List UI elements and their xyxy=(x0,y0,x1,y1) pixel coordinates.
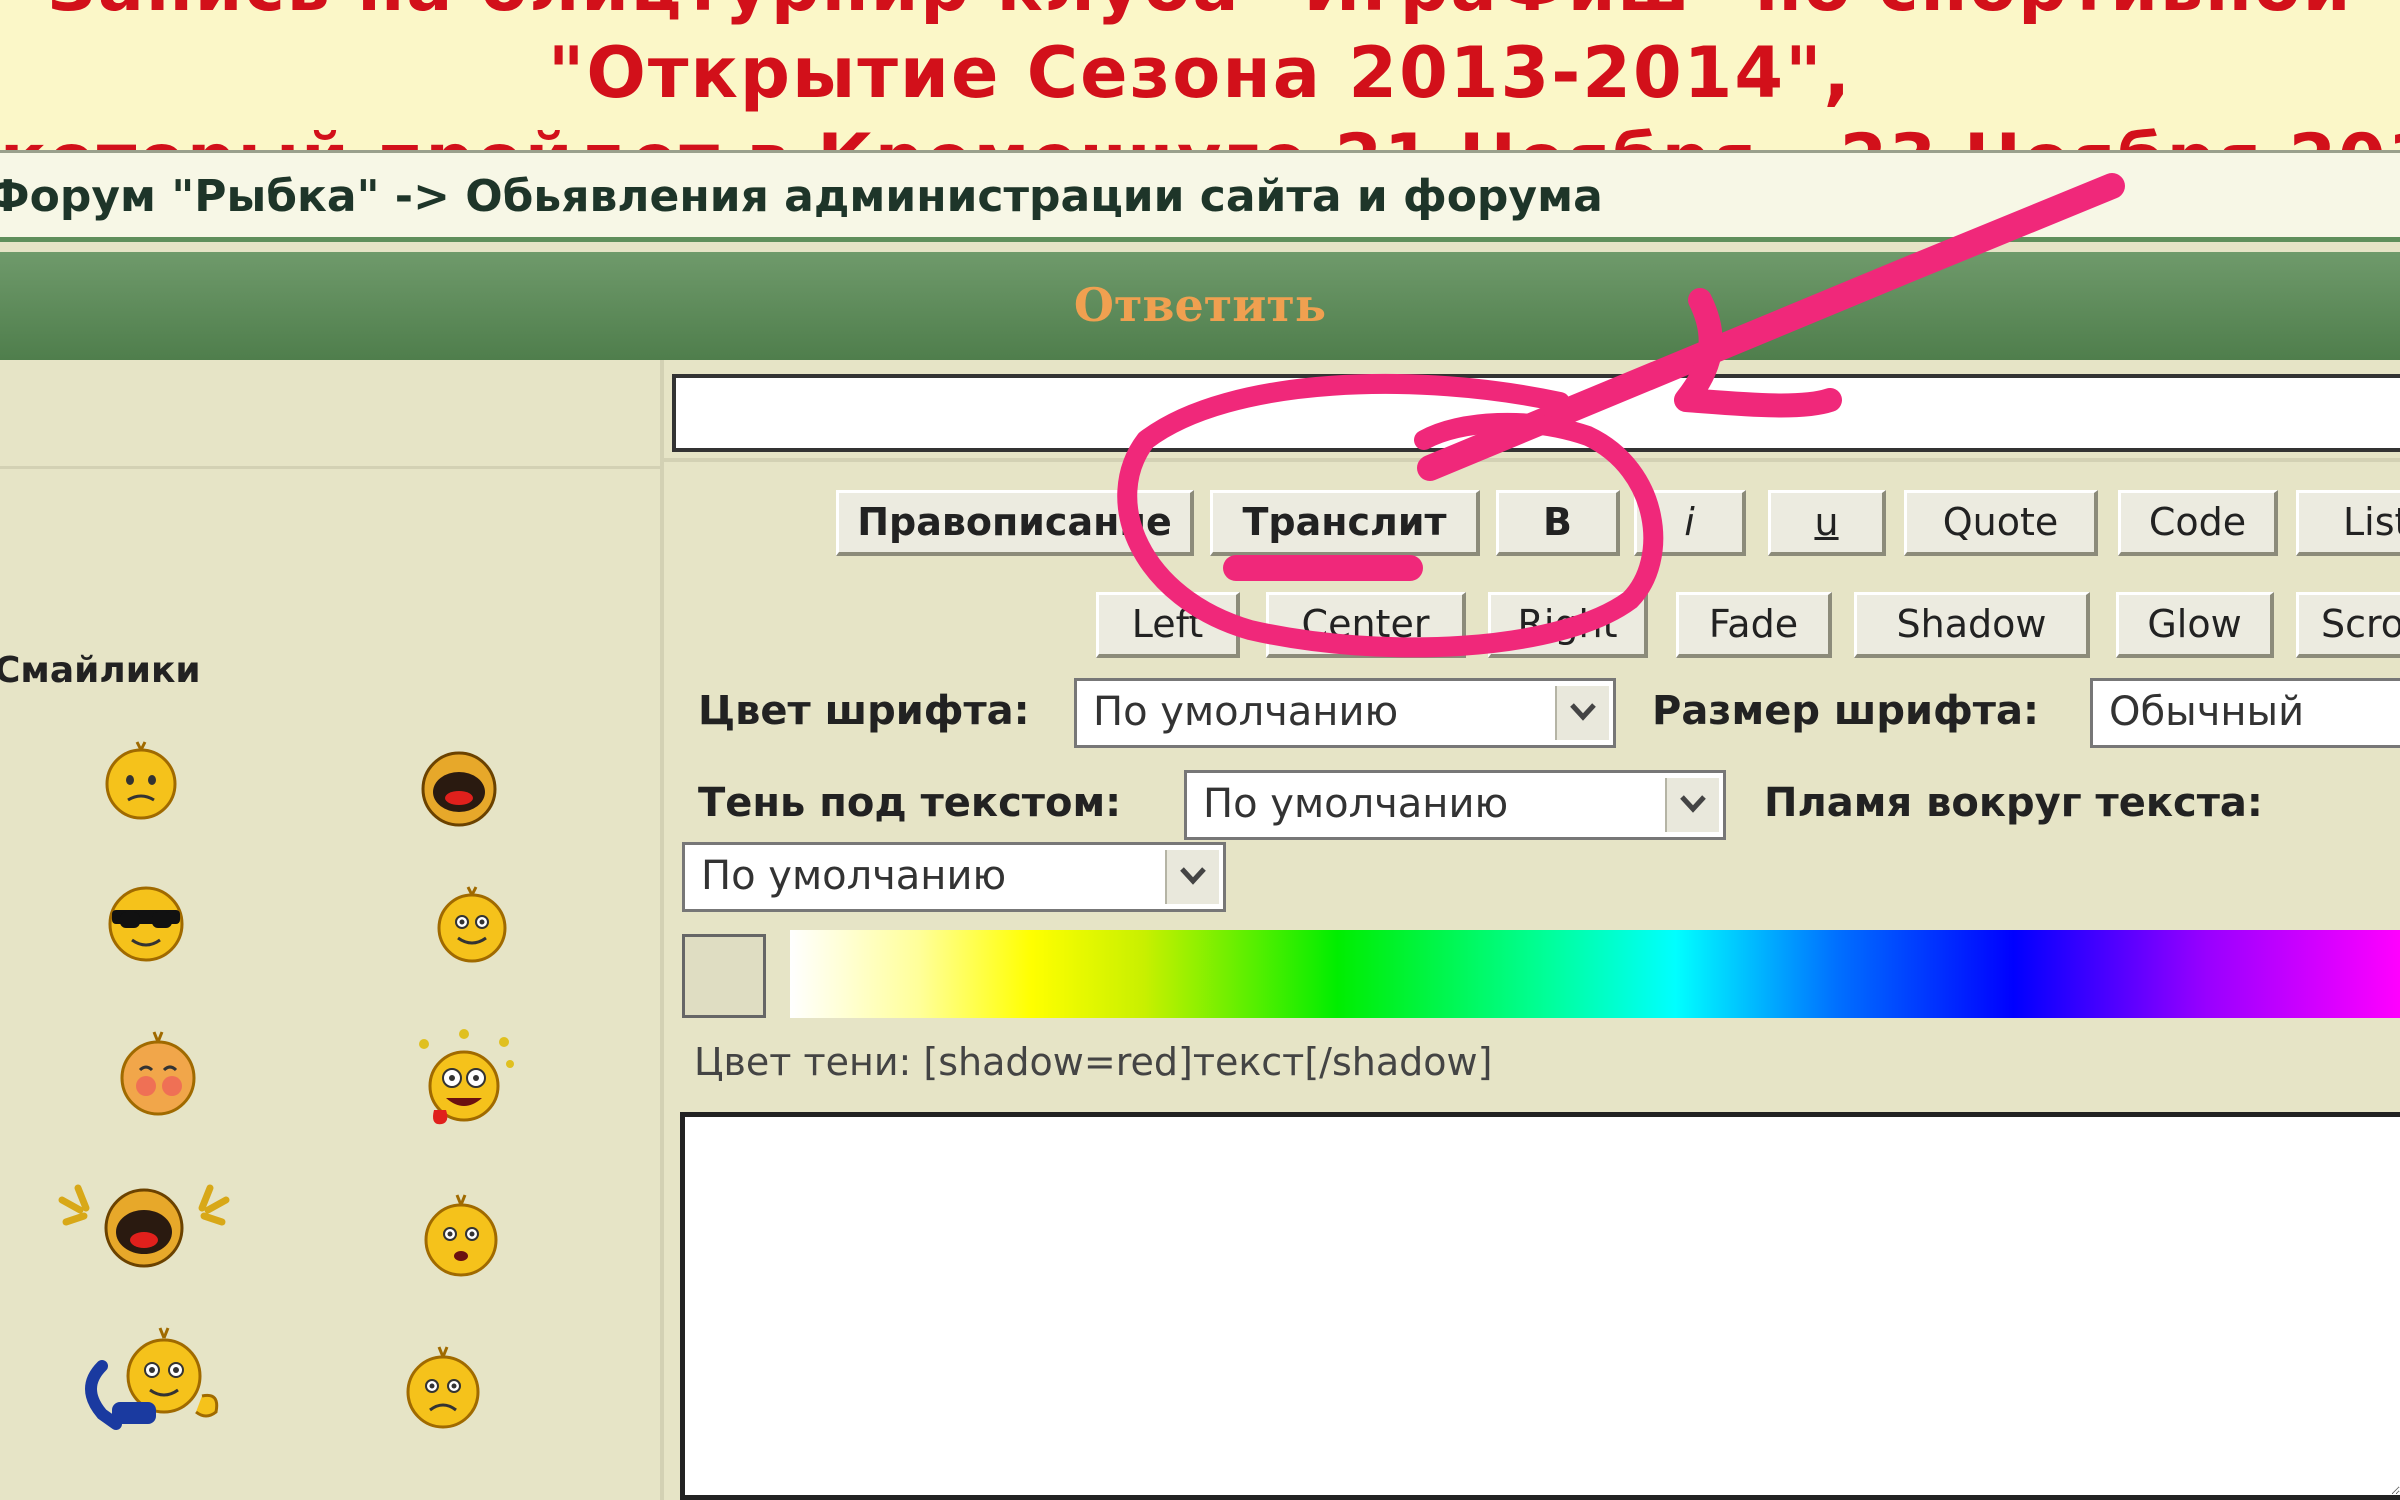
subject-input[interactable] xyxy=(672,374,2400,452)
font-color-select[interactable]: По умолчанию xyxy=(1074,678,1616,748)
fade-button[interactable]: Fade xyxy=(1676,592,1832,658)
shouting-smiley-icon[interactable] xyxy=(418,748,500,830)
smilies-panel: Смайлики xyxy=(0,360,664,1500)
yelling-smiley-icon[interactable] xyxy=(56,1178,232,1274)
font-color-label: Цвет шрифта: xyxy=(698,688,1030,734)
breadcrumb[interactable]: Форум "Рыбка" -> Обьявления администраци… xyxy=(0,171,1603,222)
breadcrumb-bar: Форум "Рыбка" -> Обьявления администраци… xyxy=(0,150,2400,242)
text-shadow-value: По умолчанию xyxy=(1203,781,1509,827)
color-swatch[interactable] xyxy=(682,934,766,1018)
italic-button[interactable]: i xyxy=(1634,490,1746,556)
chevron-down-icon[interactable] xyxy=(1555,686,1609,740)
text-glow-value: По умолчанию xyxy=(701,853,1007,899)
banner-line-3: который пройдет в Кременчуге 21 Ноября -… xyxy=(0,120,2400,150)
phone-smiley-icon[interactable] xyxy=(72,1326,226,1436)
sad-smiley-icon[interactable] xyxy=(402,1342,484,1430)
translit-button[interactable]: Транслит xyxy=(1210,490,1480,556)
text-glow-label: Пламя вокруг текста: xyxy=(1764,780,2263,826)
chevron-down-icon[interactable] xyxy=(1665,778,1719,832)
bold-button[interactable]: B xyxy=(1496,490,1620,556)
shadow-hint-text: Цвет тени: [shadow=red]текст[/shadow] xyxy=(694,1040,1493,1084)
quote-button[interactable]: Quote xyxy=(1904,490,2098,556)
message-textarea[interactable] xyxy=(680,1112,2400,1500)
reply-header: Ответить xyxy=(0,252,2400,360)
text-shadow-label: Тень под текстом: xyxy=(698,780,1122,826)
grin-smiley-icon[interactable] xyxy=(432,884,512,964)
shadow-button[interactable]: Shadow xyxy=(1854,592,2090,658)
reply-title: Ответить xyxy=(1073,278,1327,332)
banner-line-1: Запись на блицтурнир клуба "ИграФиш" по … xyxy=(0,0,2400,27)
align-right-button[interactable]: Right xyxy=(1488,592,1648,658)
crazy-smiley-icon[interactable] xyxy=(406,1024,526,1134)
text-shadow-select[interactable]: По умолчанию xyxy=(1184,770,1726,840)
code-button[interactable]: Code xyxy=(2118,490,2278,556)
banner-line-2: "Открытие Сезона 2013-2014", xyxy=(547,32,1853,114)
cool-smiley-icon[interactable] xyxy=(104,882,188,964)
panel-top-cell xyxy=(0,360,660,469)
blush-smiley-icon[interactable] xyxy=(116,1028,200,1118)
font-size-label: Размер шрифта: xyxy=(1652,688,2039,734)
list-button[interactable]: List xyxy=(2296,490,2400,556)
text-glow-select[interactable]: По умолчанию xyxy=(682,842,1226,912)
glow-button[interactable]: Glow xyxy=(2116,592,2274,658)
color-palette[interactable] xyxy=(790,930,2400,1018)
font-size-value: Обычный xyxy=(2109,689,2305,735)
confused-smiley-icon[interactable] xyxy=(100,740,182,822)
page-banner: Запись на блицтурнир клуба "ИграФиш" по … xyxy=(0,0,2400,150)
chevron-down-icon[interactable] xyxy=(1165,850,1219,904)
smilies-title: Смайлики xyxy=(0,650,201,691)
surprised-smiley-icon[interactable] xyxy=(420,1190,502,1278)
align-left-button[interactable]: Left xyxy=(1096,592,1240,658)
underline-button[interactable]: u xyxy=(1768,490,1886,556)
font-size-select[interactable]: Обычный xyxy=(2090,678,2400,748)
font-color-value: По умолчанию xyxy=(1093,689,1399,735)
scroll-button[interactable]: Scroll xyxy=(2296,592,2400,658)
spellcheck-button[interactable]: Правописание xyxy=(836,490,1194,556)
panel-divider xyxy=(662,458,2400,462)
align-center-button[interactable]: Center xyxy=(1266,592,1466,658)
